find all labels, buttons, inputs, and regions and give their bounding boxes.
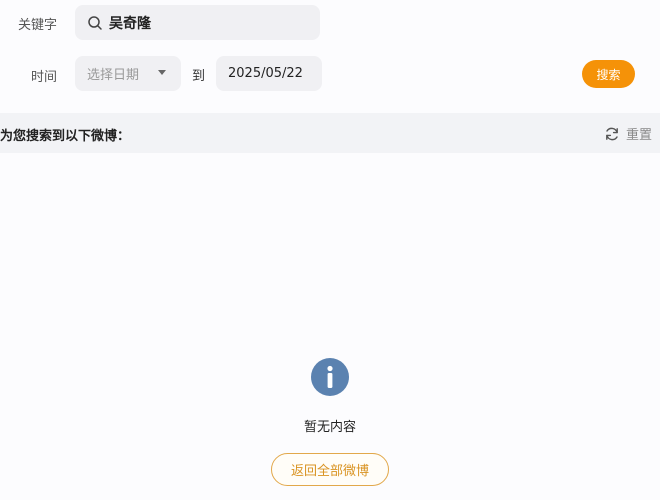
- info-icon: [311, 358, 349, 396]
- date-start-picker[interactable]: 选择日期: [75, 56, 181, 91]
- back-to-all-button[interactable]: 返回全部微博: [271, 453, 389, 486]
- result-title: 为您搜索到以下微博：: [0, 129, 131, 144]
- empty-message: 暂无内容: [303, 420, 356, 435]
- search-button[interactable]: 搜索: [582, 60, 635, 88]
- refresh-icon: [606, 127, 618, 140]
- reset-label: 重置: [625, 128, 652, 143]
- empty-state: 暂无内容 返回全部微博: [0, 358, 660, 486]
- keyword-value: 吴奇隆: [109, 15, 151, 32]
- result-header: 为您搜索到以下微博： 重置: [0, 113, 660, 153]
- search-icon: [88, 15, 102, 30]
- keyword-label: 关键字: [18, 18, 58, 33]
- reset-button[interactable]: 重置: [604, 124, 652, 143]
- date-end-value: 2025/05/22: [228, 66, 303, 81]
- date-start-placeholder: 选择日期: [87, 68, 140, 83]
- search-page: 关键字 吴奇隆 时间 选择日期 到 2025/05/22 搜索 为您搜索到以下微…: [0, 0, 660, 500]
- date-end-picker[interactable]: 2025/05/22: [216, 56, 322, 91]
- keyword-input[interactable]: 吴奇隆: [75, 5, 320, 40]
- caret-down-icon: [158, 70, 166, 75]
- to-label: 到: [192, 69, 206, 84]
- time-label: 时间: [31, 70, 58, 85]
